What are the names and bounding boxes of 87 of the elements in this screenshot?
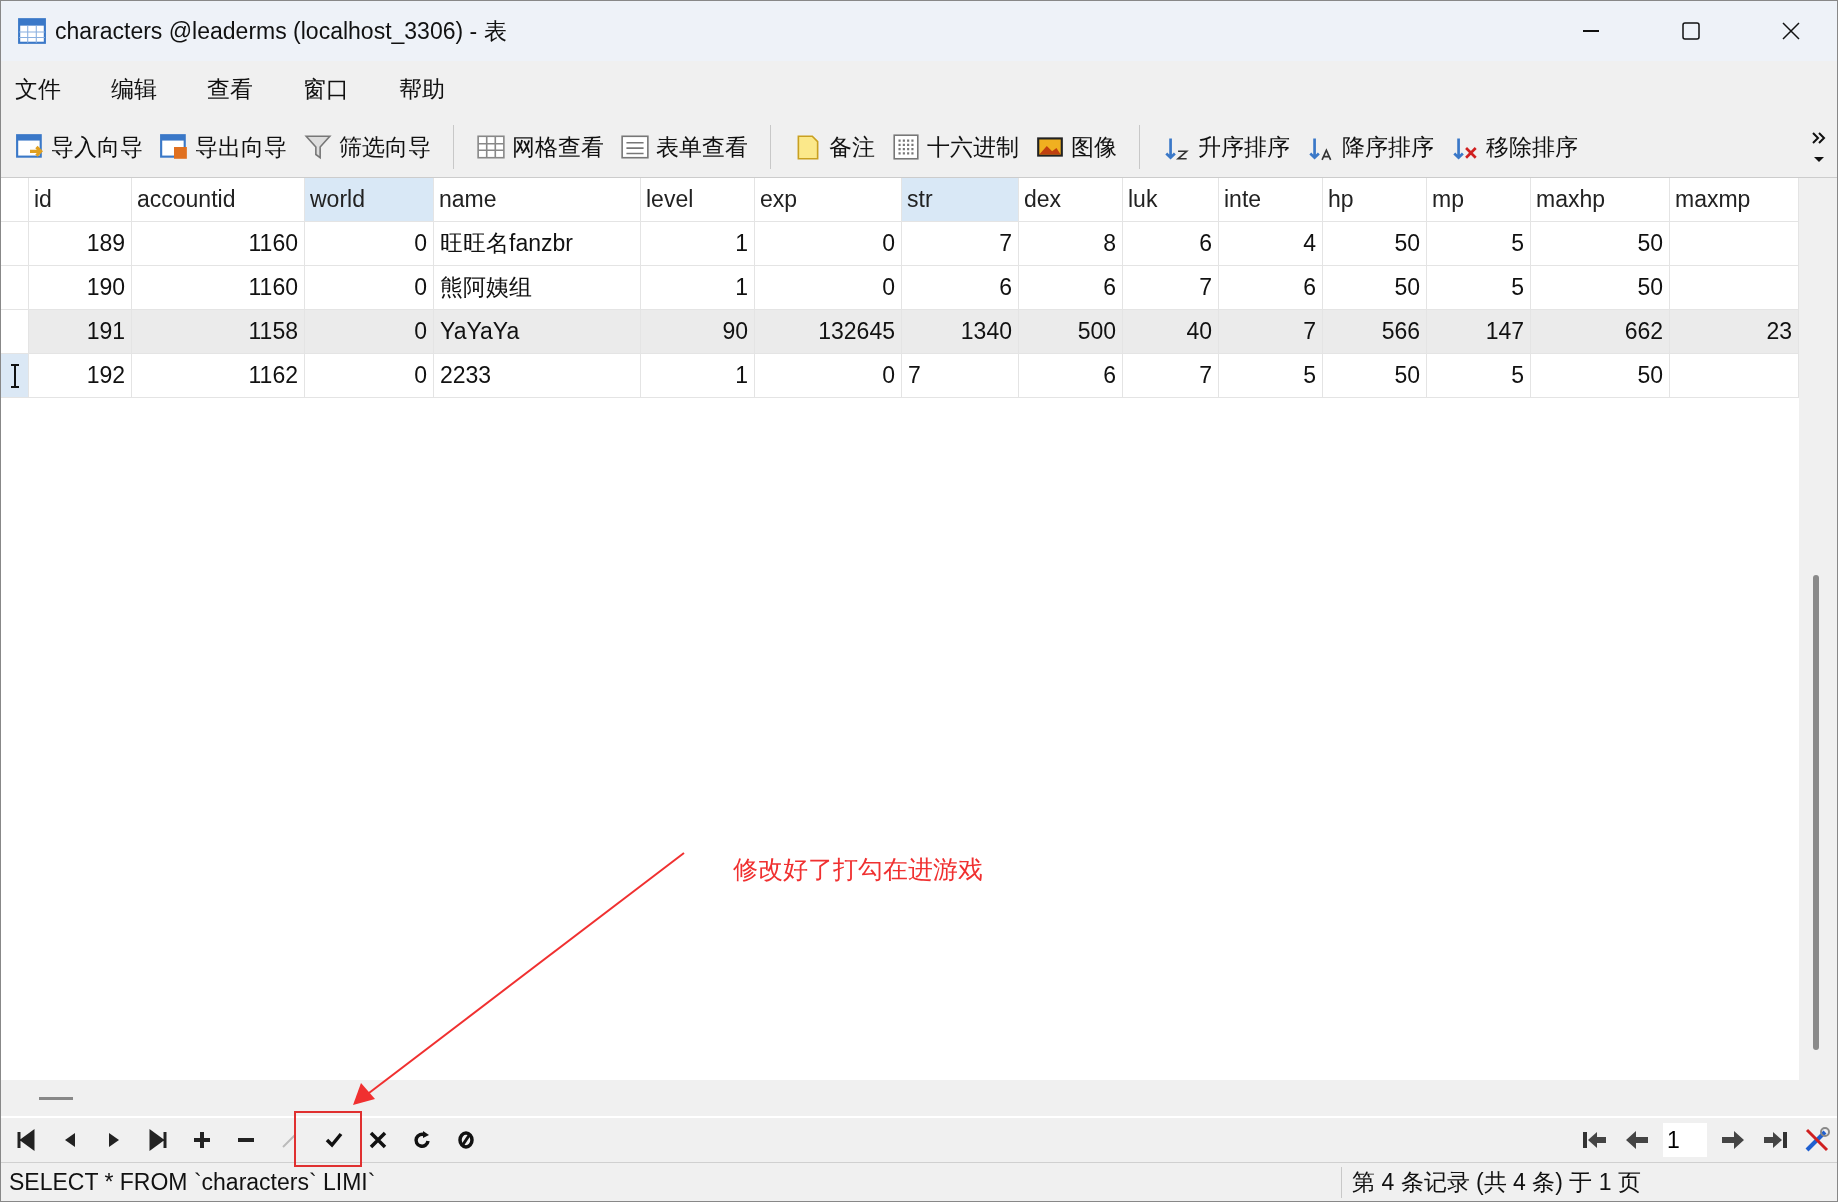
table-cell: 6 — [1123, 222, 1219, 266]
table-cell: 189 — [29, 222, 132, 266]
hex-grid-icon — [891, 132, 921, 162]
funnel-icon — [303, 132, 333, 162]
table-cell: 50 — [1323, 222, 1427, 266]
table-cell: 0 — [755, 222, 902, 266]
column-header[interactable]: world — [305, 178, 434, 222]
column-header[interactable]: name — [434, 178, 641, 222]
table-cell: 50 — [1531, 354, 1670, 398]
table-cell: 1160 — [132, 222, 305, 266]
table-cell: 旺旺名fanzbr — [434, 222, 641, 266]
table-cell: 0 — [305, 310, 434, 354]
column-header[interactable]: level — [641, 178, 755, 222]
table-cell: 50 — [1531, 222, 1670, 266]
table-icon — [17, 16, 47, 46]
table-cell: 0 — [305, 222, 434, 266]
table-cell: 7 — [902, 354, 1019, 398]
menu-item[interactable]: 编辑 — [101, 73, 167, 105]
toolbar-button[interactable]: 移除排序 — [1444, 129, 1584, 165]
minimize-icon — [1583, 30, 1599, 32]
table-cell: 566 — [1323, 310, 1427, 354]
table-cell: 50 — [1323, 354, 1427, 398]
table-cell: 1158 — [132, 310, 305, 354]
table-row[interactable]: 192 1162 0 2233 1 0 7 6 7 5 50 5 50 — [1, 354, 1799, 398]
toolbar-button[interactable]: 筛选向导 — [297, 129, 437, 165]
row-header[interactable] — [1, 354, 29, 398]
table-row[interactable]: 189 1160 0 旺旺名fanzbr 1 0 7 8 6 4 50 5 50 — [1, 222, 1799, 266]
table-cell: 6 — [1019, 354, 1123, 398]
sql-query-text: SELECT * FROM `characters` LIMI` — [8, 1168, 377, 1196]
column-header[interactable]: mp — [1427, 178, 1531, 222]
tools-icon — [1803, 1126, 1831, 1154]
table-cell: 8 — [1019, 222, 1123, 266]
column-header[interactable]: str — [902, 178, 1019, 222]
toolbar-button[interactable]: 升序排序 — [1156, 129, 1296, 165]
table-cell: 0 — [755, 354, 902, 398]
table-cell: 7 — [1219, 310, 1323, 354]
toolbar-button[interactable]: 导出向导 — [153, 129, 293, 165]
minus-icon — [238, 1138, 254, 1142]
table-cell: 1162 — [132, 354, 305, 398]
table-row[interactable]: 191 1158 0 YaYaYa 90 132645 1340 500 40 7 566 147 662 23 — [1, 310, 1799, 354]
table-cell: 2233 — [434, 354, 641, 398]
highlight-box — [294, 1111, 362, 1167]
toolbar-button[interactable]: 网格查看 — [470, 129, 610, 165]
page-number-field[interactable]: 1 — [1663, 1123, 1707, 1157]
menu-item[interactable]: 文件 — [5, 73, 71, 105]
table-cell: 1 — [641, 354, 755, 398]
table-export-icon — [159, 132, 189, 162]
table-cell: 500 — [1019, 310, 1123, 354]
menu-item[interactable]: 查看 — [197, 73, 263, 105]
toolbar-button[interactable]: 导入向导 — [9, 129, 149, 165]
table-cell: 90 — [641, 310, 755, 354]
table-cell: 5 — [1219, 354, 1323, 398]
column-header[interactable]: luk — [1123, 178, 1219, 222]
window-title: characters @leaderms (localhost_3306) - 表 — [55, 16, 508, 46]
table-cell: 40 — [1123, 310, 1219, 354]
menu-item[interactable]: 窗口 — [293, 73, 359, 105]
table-cell: 662 — [1531, 310, 1670, 354]
column-header[interactable]: dex — [1019, 178, 1123, 222]
table-cell: 1340 — [902, 310, 1019, 354]
table-cell: 7 — [1123, 354, 1219, 398]
column-header[interactable]: inte — [1219, 178, 1323, 222]
table-cell: 147 — [1427, 310, 1531, 354]
table-cell: 0 — [305, 354, 434, 398]
table-cell: 5 — [1427, 354, 1531, 398]
table-cell: 4 — [1219, 222, 1323, 266]
toolbar-button[interactable]: 十六进制 — [885, 129, 1025, 165]
maximize-icon — [1680, 20, 1702, 42]
close-icon — [1780, 20, 1802, 42]
menu-item[interactable]: 帮助 — [389, 73, 455, 105]
column-header[interactable]: maxhp — [1531, 178, 1670, 222]
table-cell: 7 — [902, 222, 1019, 266]
toolbar-button[interactable]: 备注 — [787, 129, 881, 165]
toolbar-button[interactable]: 表单查看 — [614, 129, 754, 165]
table-cell: 5 — [1427, 222, 1531, 266]
form-icon — [620, 132, 650, 162]
table-cell: 192 — [29, 354, 132, 398]
grid-icon — [476, 132, 506, 162]
table-cell: 1 — [641, 222, 755, 266]
table-cell: 132645 — [755, 310, 902, 354]
toolbar-button[interactable]: 图像 — [1029, 129, 1123, 165]
table-cell: YaYaYa — [434, 310, 641, 354]
toolbar-button[interactable]: 降序排序 — [1300, 129, 1440, 165]
column-header[interactable]: id — [29, 178, 132, 222]
column-header[interactable]: hp — [1323, 178, 1427, 222]
table-cell: 191 — [29, 310, 132, 354]
record-count-text: 第 4 条记录 (共 4 条) 于 1 页 — [1341, 1166, 1641, 1198]
annotation-text: 修改好了打勾在进游戏 — [733, 854, 983, 885]
